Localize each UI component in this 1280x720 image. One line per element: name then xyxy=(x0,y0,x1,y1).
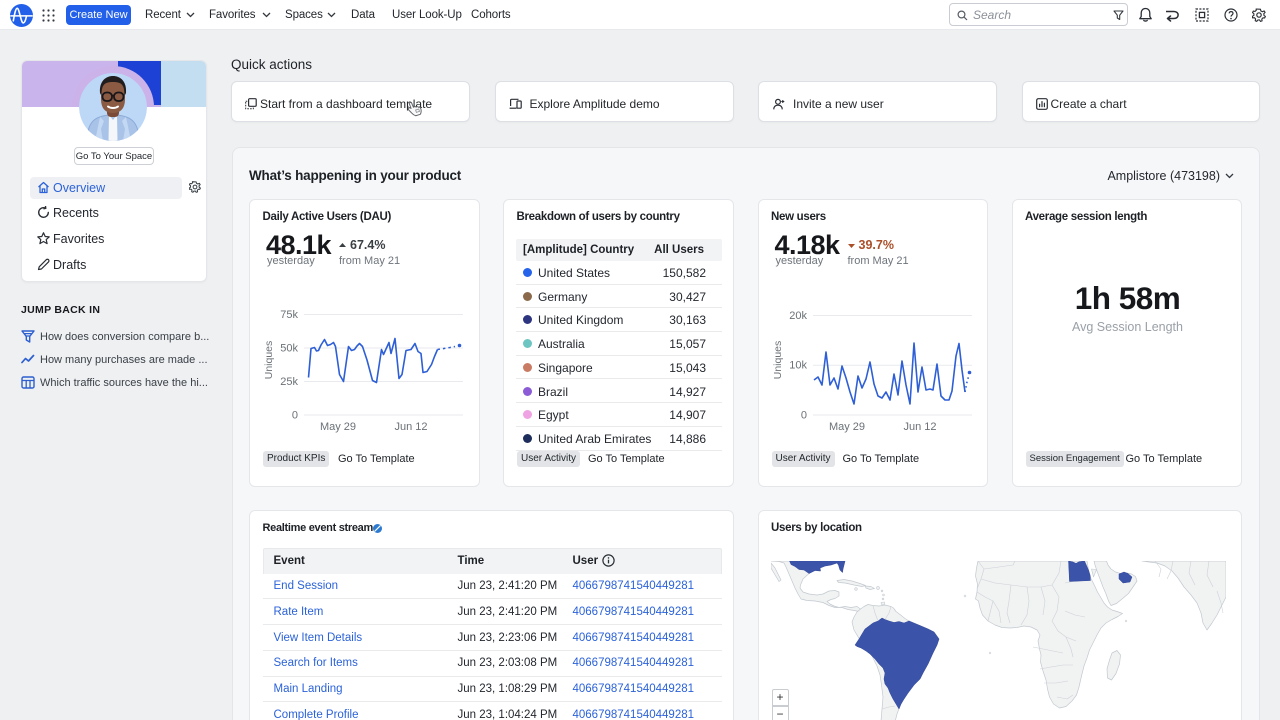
svg-text:25k: 25k xyxy=(280,376,298,388)
svg-text:50k: 50k xyxy=(280,343,298,355)
svg-text:Jun 12: Jun 12 xyxy=(394,421,427,433)
svg-text:0: 0 xyxy=(800,410,806,422)
svg-text:Uniques: Uniques xyxy=(263,341,275,380)
svg-text:May 29: May 29 xyxy=(320,421,356,433)
svg-text:May 29: May 29 xyxy=(828,421,864,433)
svg-text:20k: 20k xyxy=(789,310,807,322)
svg-text:10k: 10k xyxy=(789,360,807,372)
svg-text:Uniques: Uniques xyxy=(772,341,784,380)
svg-text:0: 0 xyxy=(292,410,298,422)
svg-text:75k: 75k xyxy=(280,309,298,321)
svg-text:Jun 12: Jun 12 xyxy=(903,421,936,433)
